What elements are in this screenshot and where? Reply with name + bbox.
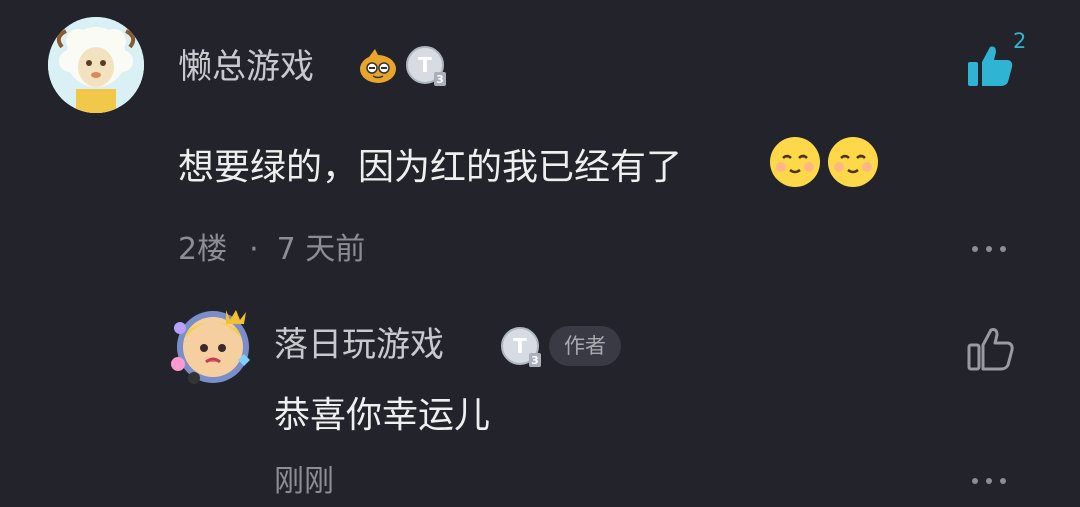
comment-text: 恭喜你幸运儿 [274,395,491,436]
separator-dot: · [249,232,259,267]
username[interactable]: 落日玩游戏 [274,322,444,368]
timestamp: 刚刚 [274,464,334,499]
like-button[interactable] [966,44,1014,88]
like-count: 2 [1013,29,1027,53]
avatar[interactable] [170,304,256,386]
author-tag: 作者 [549,326,621,366]
svg-text:T: T [418,53,432,77]
more-dots-icon[interactable] [972,476,1008,486]
smile-emoji-icon [768,135,822,189]
comment-meta: 2楼 · 7 天前 [178,228,365,272]
level-badge-icon: T 3 [500,326,542,368]
like-button[interactable] [966,326,1014,372]
smile-emoji-icon [826,135,880,189]
avatar[interactable] [48,17,144,113]
level-badge-icon: T 3 [405,45,447,87]
cartoon-face-badge-icon [357,45,399,87]
comment-thread: 懒总游戏 T 3 2 想要绿的，因为红的我已经有了 2楼 · 7 天前 落日玩游… [0,0,1080,507]
username[interactable]: 懒总游戏 [178,44,314,90]
floor-label: 2楼 [178,232,228,267]
svg-text:3: 3 [436,73,444,86]
more-dots-icon[interactable] [972,244,1008,254]
svg-text:3: 3 [531,354,539,367]
comment-text: 想要绿的，因为红的我已经有了 [178,147,683,188]
timestamp: 7 天前 [276,232,366,267]
svg-text:T: T [513,334,527,358]
